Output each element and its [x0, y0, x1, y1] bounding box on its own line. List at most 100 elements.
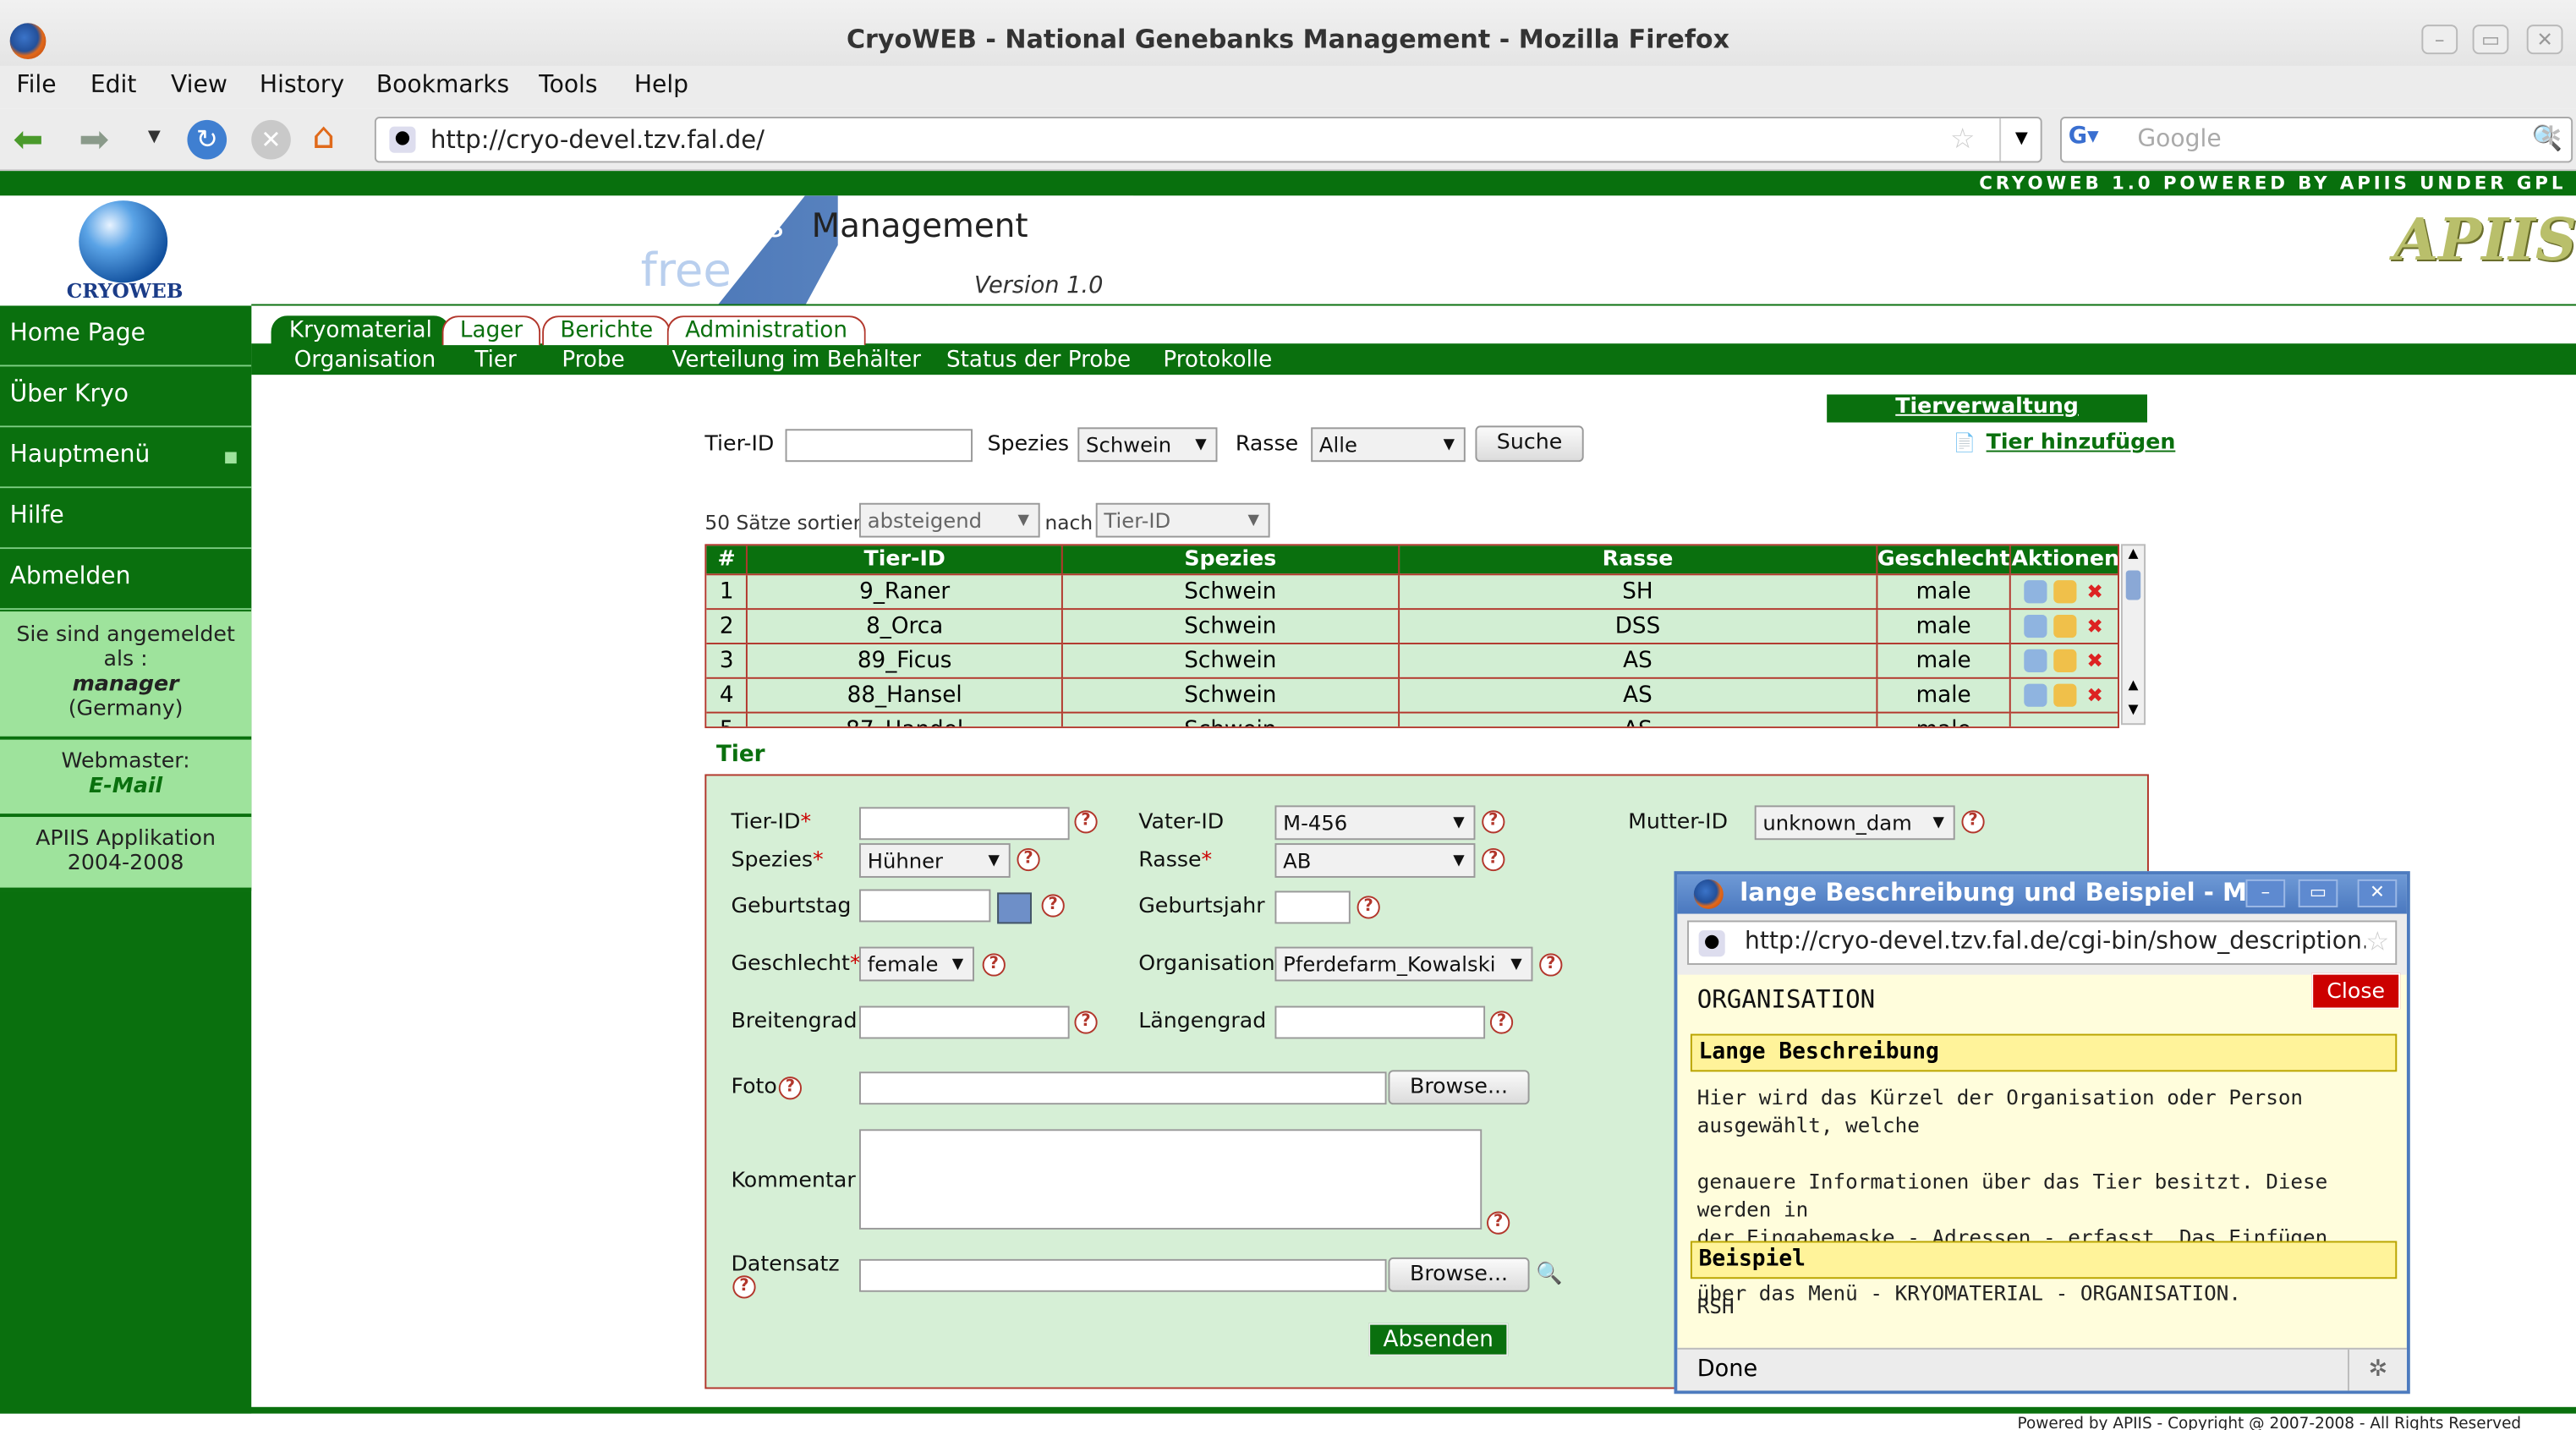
scroll-up-icon[interactable]: ▲: [2123, 545, 2144, 560]
delete-icon[interactable]: ✖: [2084, 614, 2107, 637]
col-rasse[interactable]: Rasse: [1399, 545, 1877, 574]
delete-icon[interactable]: ✖: [2084, 579, 2107, 602]
search-button[interactable]: Suche: [1475, 425, 1584, 463]
sort-field-select[interactable]: Tier-ID ▼: [1095, 502, 1270, 538]
sidebar-item-abmelden[interactable]: Abmelden: [0, 549, 252, 611]
help-icon[interactable]: ?: [1487, 1211, 1510, 1235]
help-icon[interactable]: ?: [732, 1275, 756, 1299]
sidebar-item-home[interactable]: Home Page: [0, 305, 252, 367]
filter-spezies-select[interactable]: Schwein ▼: [1077, 427, 1218, 463]
view-icon[interactable]: [2024, 682, 2047, 706]
subnav-status[interactable]: Status der Probe: [946, 347, 1131, 373]
geburtstag-input[interactable]: [858, 889, 991, 923]
menu-file[interactable]: File: [16, 73, 56, 99]
scroll-down-icon[interactable]: ▼: [2123, 702, 2144, 716]
minimize-icon[interactable]: –: [2421, 25, 2458, 55]
help-icon[interactable]: ?: [1539, 953, 1563, 977]
help-icon[interactable]: ?: [778, 1077, 802, 1100]
tab-administration[interactable]: Administration: [666, 315, 866, 346]
edit-icon[interactable]: [2053, 579, 2077, 603]
view-icon[interactable]: [2024, 613, 2047, 638]
delete-icon[interactable]: ✖: [2084, 649, 2107, 671]
popup-close-icon[interactable]: ✕: [2357, 879, 2398, 907]
scroll-thumb[interactable]: [2125, 570, 2141, 600]
bookmark-star-icon[interactable]: ☆: [2365, 925, 2390, 957]
reload-icon[interactable]: ↻: [187, 119, 227, 160]
close-window-icon[interactable]: ✕: [2526, 25, 2563, 55]
table-row[interactable]: 587_HandelSchweinASmale: [706, 710, 2118, 727]
spezies-select[interactable]: Hühner ▼: [858, 843, 1011, 878]
sidebar-item-ueber-kryo[interactable]: Über Kryo: [0, 366, 252, 428]
geschlecht-select[interactable]: female ▼: [858, 946, 974, 982]
rasse-select[interactable]: AB ▼: [1274, 843, 1476, 878]
edit-icon[interactable]: [2053, 682, 2077, 706]
help-icon[interactable]: ?: [1017, 847, 1040, 872]
help-icon[interactable]: ?: [1074, 1011, 1098, 1034]
filter-rasse-select[interactable]: Alle ▼: [1311, 427, 1466, 463]
address-bar[interactable]: ● http://cryo-devel.tzv.fal.de/ ☆ ▼: [374, 117, 2042, 163]
subnav-organisation[interactable]: Organisation: [294, 347, 436, 373]
datensatz-browse-button[interactable]: Browse...: [1388, 1257, 1530, 1292]
kommentar-textarea[interactable]: [858, 1129, 1483, 1230]
organisation-select[interactable]: Pferdefarm_Kowalski ▼: [1274, 946, 1533, 982]
view-icon[interactable]: [2024, 579, 2047, 603]
help-icon[interactable]: ?: [982, 953, 1006, 977]
tab-kryomaterial[interactable]: Kryomaterial: [271, 315, 451, 346]
add-animal-icon[interactable]: 📄: [1954, 432, 1976, 453]
menu-view[interactable]: View: [171, 73, 227, 99]
edit-icon[interactable]: [2053, 648, 2077, 672]
history-dropdown-icon[interactable]: ▼: [148, 129, 161, 146]
scroll-up-icon[interactable]: ▲: [2123, 677, 2144, 692]
geburtsjahr-input[interactable]: [1274, 890, 1351, 924]
subnav-probe[interactable]: Probe: [562, 347, 624, 373]
tierverwaltung-title[interactable]: Tierverwaltung: [1827, 394, 2147, 423]
popup-maximize-icon[interactable]: ▭: [2298, 879, 2338, 907]
help-icon[interactable]: ?: [1482, 847, 1505, 872]
menu-history[interactable]: History: [260, 73, 344, 99]
stop-icon[interactable]: ✕: [251, 119, 291, 160]
subnav-tier[interactable]: Tier: [474, 347, 516, 373]
table-row[interactable]: 3 89_Ficus Schwein AS male ✖: [706, 642, 2118, 677]
calendar-icon[interactable]: [997, 892, 1032, 924]
table-row[interactable]: 4 88_Hansel Schwein AS male ✖: [706, 676, 2118, 712]
tab-berichte[interactable]: Berichte: [542, 315, 671, 346]
email-link[interactable]: E-Mail: [0, 774, 251, 798]
delete-icon[interactable]: ✖: [2084, 683, 2107, 706]
menu-bookmarks[interactable]: Bookmarks: [376, 73, 509, 99]
edit-icon[interactable]: [2053, 613, 2077, 638]
help-icon[interactable]: ?: [1482, 810, 1505, 834]
site-identity-icon[interactable]: ●: [389, 126, 416, 153]
col-geschlecht[interactable]: Geschlecht: [1876, 545, 2012, 574]
foto-input[interactable]: [858, 1071, 1387, 1105]
filter-tierid-input[interactable]: [785, 429, 973, 463]
help-icon[interactable]: ?: [1074, 810, 1098, 834]
help-icon[interactable]: ?: [1357, 896, 1380, 919]
popup-url-field[interactable]: ● http://cryo-devel.tzv.fal.de/cgi-bin/s…: [1687, 920, 2398, 965]
search-box[interactable]: G▾ Google 🔍: [2060, 117, 2573, 163]
submit-button[interactable]: Absenden: [1368, 1323, 1509, 1356]
laengengrad-input[interactable]: [1274, 1005, 1486, 1039]
help-icon[interactable]: ?: [1489, 1011, 1514, 1034]
breitengrad-input[interactable]: [858, 1005, 1070, 1039]
menu-edit[interactable]: Edit: [90, 73, 137, 99]
back-icon[interactable]: ⬅: [14, 120, 44, 162]
popup-close-button[interactable]: Close: [2311, 973, 2401, 1010]
help-icon[interactable]: ?: [1041, 894, 1065, 918]
menu-tools[interactable]: Tools: [539, 73, 597, 99]
table-scrollbar[interactable]: ▲ ▲ ▼: [2120, 544, 2146, 726]
sidebar-item-hilfe[interactable]: Hilfe: [0, 488, 252, 550]
maximize-icon[interactable]: ▭: [2472, 25, 2509, 55]
table-row[interactable]: 2 8_Orca Schwein DSS male ✖: [706, 607, 2118, 643]
tierid-input[interactable]: [858, 807, 1070, 841]
bookmark-star-icon[interactable]: ☆: [1950, 123, 1976, 156]
menu-help[interactable]: Help: [634, 73, 688, 99]
home-icon[interactable]: ⌂: [312, 117, 335, 158]
tab-lager[interactable]: Lager: [441, 315, 541, 346]
datensatz-input[interactable]: [858, 1258, 1387, 1292]
col-spezies[interactable]: Spezies: [1061, 545, 1400, 574]
table-row[interactable]: 1 9_Raner Schwein SH male ✖: [706, 573, 2118, 609]
sort-order-select[interactable]: absteigend ▼: [858, 502, 1040, 538]
mutter-select[interactable]: unknown_dam ▼: [1754, 805, 1955, 841]
subnav-protokolle[interactable]: Protokolle: [1163, 347, 1272, 373]
subnav-verteilung[interactable]: Verteilung im Behälter: [672, 347, 922, 373]
